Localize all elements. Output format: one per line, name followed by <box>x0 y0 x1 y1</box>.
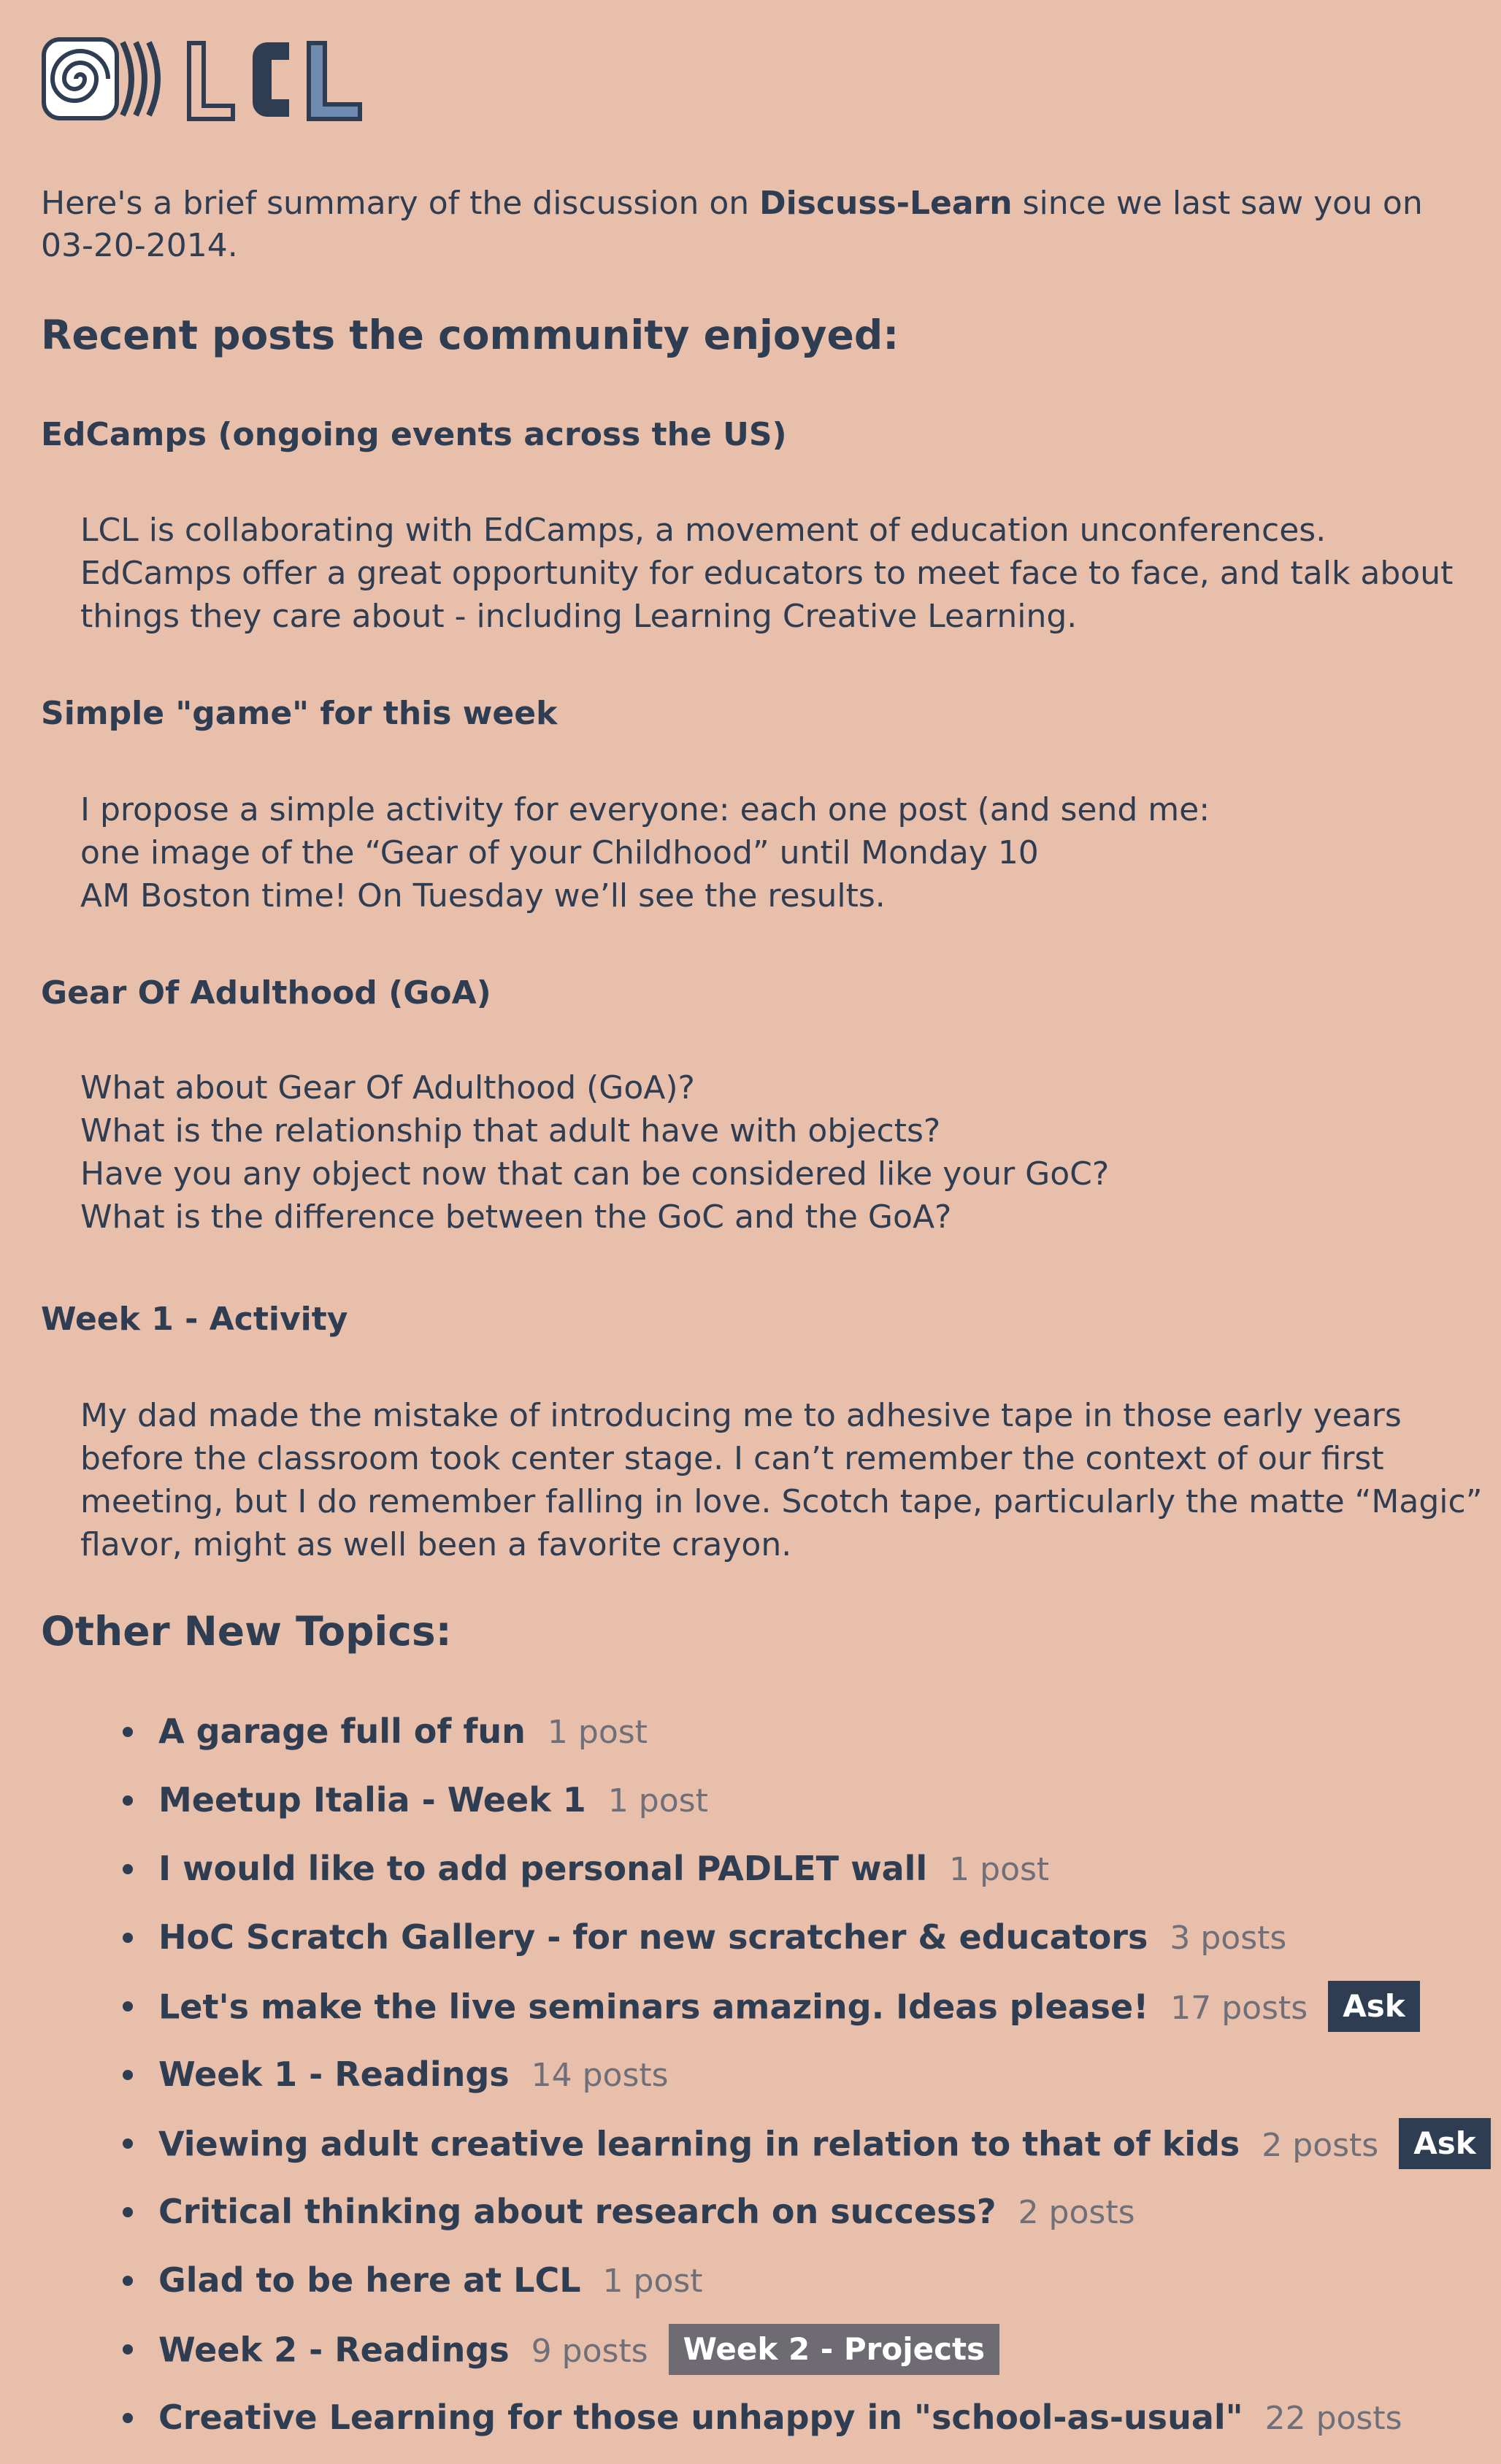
post-title-link[interactable]: Gear Of Adulthood (GoA) <box>41 973 491 1014</box>
digest-page: Here's a brief summary of the discussion… <box>0 0 1501 2449</box>
excerpt-line: Have you any object now that can be cons… <box>80 1155 1110 1193</box>
post-excerpt: I propose a simple activity for everyone… <box>80 788 1453 917</box>
bullet-icon <box>123 1795 133 1806</box>
bullet-icon <box>123 2001 133 2011</box>
summary-prefix: Here's a brief summary of the discussion… <box>41 185 760 222</box>
post-excerpt: LCL is collaborating with EdCamps, a mov… <box>80 509 1453 638</box>
excerpt-line: EdCamps offer a great opportunity for ed… <box>80 555 1454 592</box>
bullet-icon <box>123 1933 133 1943</box>
topic-item: Week 2 - Readings 9 posts Week 2 - Project… <box>0 2324 1501 2395</box>
topic-post-count: 22 posts <box>1264 2400 1402 2437</box>
topic-post-count: 1 post <box>602 2263 703 2300</box>
excerpt-line: AM Boston time! On Tuesday we’ll see the… <box>80 877 886 915</box>
topic-post-count: 1 post <box>607 1782 708 1820</box>
topic-item: Let's make the live seminars amazing. Id… <box>0 1981 1501 2052</box>
spiral-logo-icon <box>42 37 161 120</box>
topic-post-count: 1 post <box>949 1851 1050 1888</box>
topic-post-count: 2 posts <box>1262 2126 1379 2164</box>
excerpt-line: What is the relationship that adult have… <box>80 1112 941 1150</box>
summary-middle: since we last saw you on <box>1012 185 1423 222</box>
topic-item: I would like to add personal PADLET wall… <box>0 1847 1501 1915</box>
topic-post-count: 9 posts <box>531 2332 648 2370</box>
post-title-link[interactable]: EdCamps (ongoing events across the US) <box>41 415 787 455</box>
summary-date: 03-20-2014. <box>41 227 238 264</box>
excerpt-line: What is the difference between the GoC a… <box>80 1198 952 1236</box>
topic-item: Glad to be here at LCL 1 post <box>0 2258 1501 2327</box>
post-title-link[interactable]: Week 1 - Activity <box>41 1299 348 1340</box>
bullet-icon <box>123 2138 133 2149</box>
topic-item: Week 1 - Readings 14 posts <box>0 2052 1501 2121</box>
logo-letters <box>187 41 362 121</box>
topic-post-count: 17 posts <box>1170 1989 1308 2027</box>
bullet-icon <box>123 2070 133 2080</box>
topic-title-link[interactable]: Let's make the live seminars amazing. Id… <box>158 1987 1148 2027</box>
post-excerpt: What about Gear Of Adulthood (GoA)? What… <box>80 1066 1453 1239</box>
bullet-icon <box>123 1864 133 1874</box>
topic-item: Critical thinking about research on succ… <box>0 2190 1501 2258</box>
topic-title-link[interactable]: Critical thinking about research on succ… <box>158 2192 997 2231</box>
excerpt-line: before the classroom took center stage. … <box>80 1440 1384 1477</box>
bullet-icon <box>123 2413 133 2423</box>
topic-post-count: 14 posts <box>531 2057 669 2094</box>
topic-item: Creative Learning for those unhappy in "… <box>0 2395 1501 2464</box>
topic-item: Meetup Italia - Week 1 1 post <box>0 1778 1501 1847</box>
forum-link[interactable]: Discuss-Learn <box>759 185 1012 222</box>
excerpt-line: things they care about - including Learn… <box>80 598 1078 635</box>
topic-title-link[interactable]: Glad to be here at LCL <box>158 2260 581 2300</box>
category-badge[interactable]: Ask <box>1399 2118 1491 2169</box>
topic-title-link[interactable]: A garage full of fun <box>158 1712 526 1751</box>
excerpt-line: LCL is collaborating with EdCamps, a mov… <box>80 512 1327 549</box>
topic-title-link[interactable]: Creative Learning for those unhappy in "… <box>158 2398 1243 2437</box>
topic-title-link[interactable]: HoC Scratch Gallery - for new scratcher … <box>158 1917 1148 1957</box>
topic-title-link[interactable]: Meetup Italia - Week 1 <box>158 1780 586 1820</box>
excerpt-line: meeting, but I do remember falling in lo… <box>80 1483 1483 1520</box>
topic-title-link[interactable]: Viewing adult creative learning in relat… <box>158 2125 1240 2164</box>
topic-item: HoC Scratch Gallery - for new scratcher … <box>0 1915 1501 1984</box>
other-topics-heading: Other New Topics: <box>41 1608 452 1655</box>
category-badge[interactable]: Ask <box>1328 1981 1420 2032</box>
digest-summary: Here's a brief summary of the discussion… <box>41 182 1450 267</box>
topic-post-count: 2 posts <box>1018 2194 1135 2231</box>
post-title-link[interactable]: Simple "game" for this week <box>41 693 557 734</box>
topic-post-count: 3 posts <box>1170 1920 1287 1957</box>
excerpt-line: I propose a simple activity for everyone… <box>80 791 1210 828</box>
bullet-icon <box>123 2344 133 2355</box>
bullet-icon <box>123 1727 133 1737</box>
topic-title-link[interactable]: Week 1 - Readings <box>158 2055 510 2094</box>
bullet-icon <box>123 2276 133 2286</box>
topic-title-link[interactable]: I would like to add personal PADLET wall <box>158 1849 927 1888</box>
lcl-logo[interactable] <box>41 35 369 126</box>
topic-item: Viewing adult creative learning in relat… <box>0 2118 1501 2190</box>
topic-item: A garage full of fun 1 post <box>0 1709 1501 1778</box>
category-badge[interactable]: Week 2 - Projects <box>668 2324 1000 2375</box>
recent-posts-heading: Recent posts the community enjoyed: <box>41 312 899 358</box>
excerpt-line: flavor, might as well been a favorite cr… <box>80 1526 792 1563</box>
bullet-icon <box>123 2207 133 2217</box>
topic-list: A garage full of fun 1 post Meetup Italia … <box>0 1709 1501 2464</box>
post-excerpt: My dad made the mistake of introducing m… <box>80 1394 1483 1566</box>
excerpt-line: What about Gear Of Adulthood (GoA)? <box>80 1069 695 1106</box>
excerpt-line: one image of the “Gear of your Childhood… <box>80 834 1039 871</box>
excerpt-line: My dad made the mistake of introducing m… <box>80 1397 1402 1434</box>
topic-post-count: 1 post <box>547 1714 648 1751</box>
topic-title-link[interactable]: Week 2 - Readings <box>158 2330 510 2370</box>
